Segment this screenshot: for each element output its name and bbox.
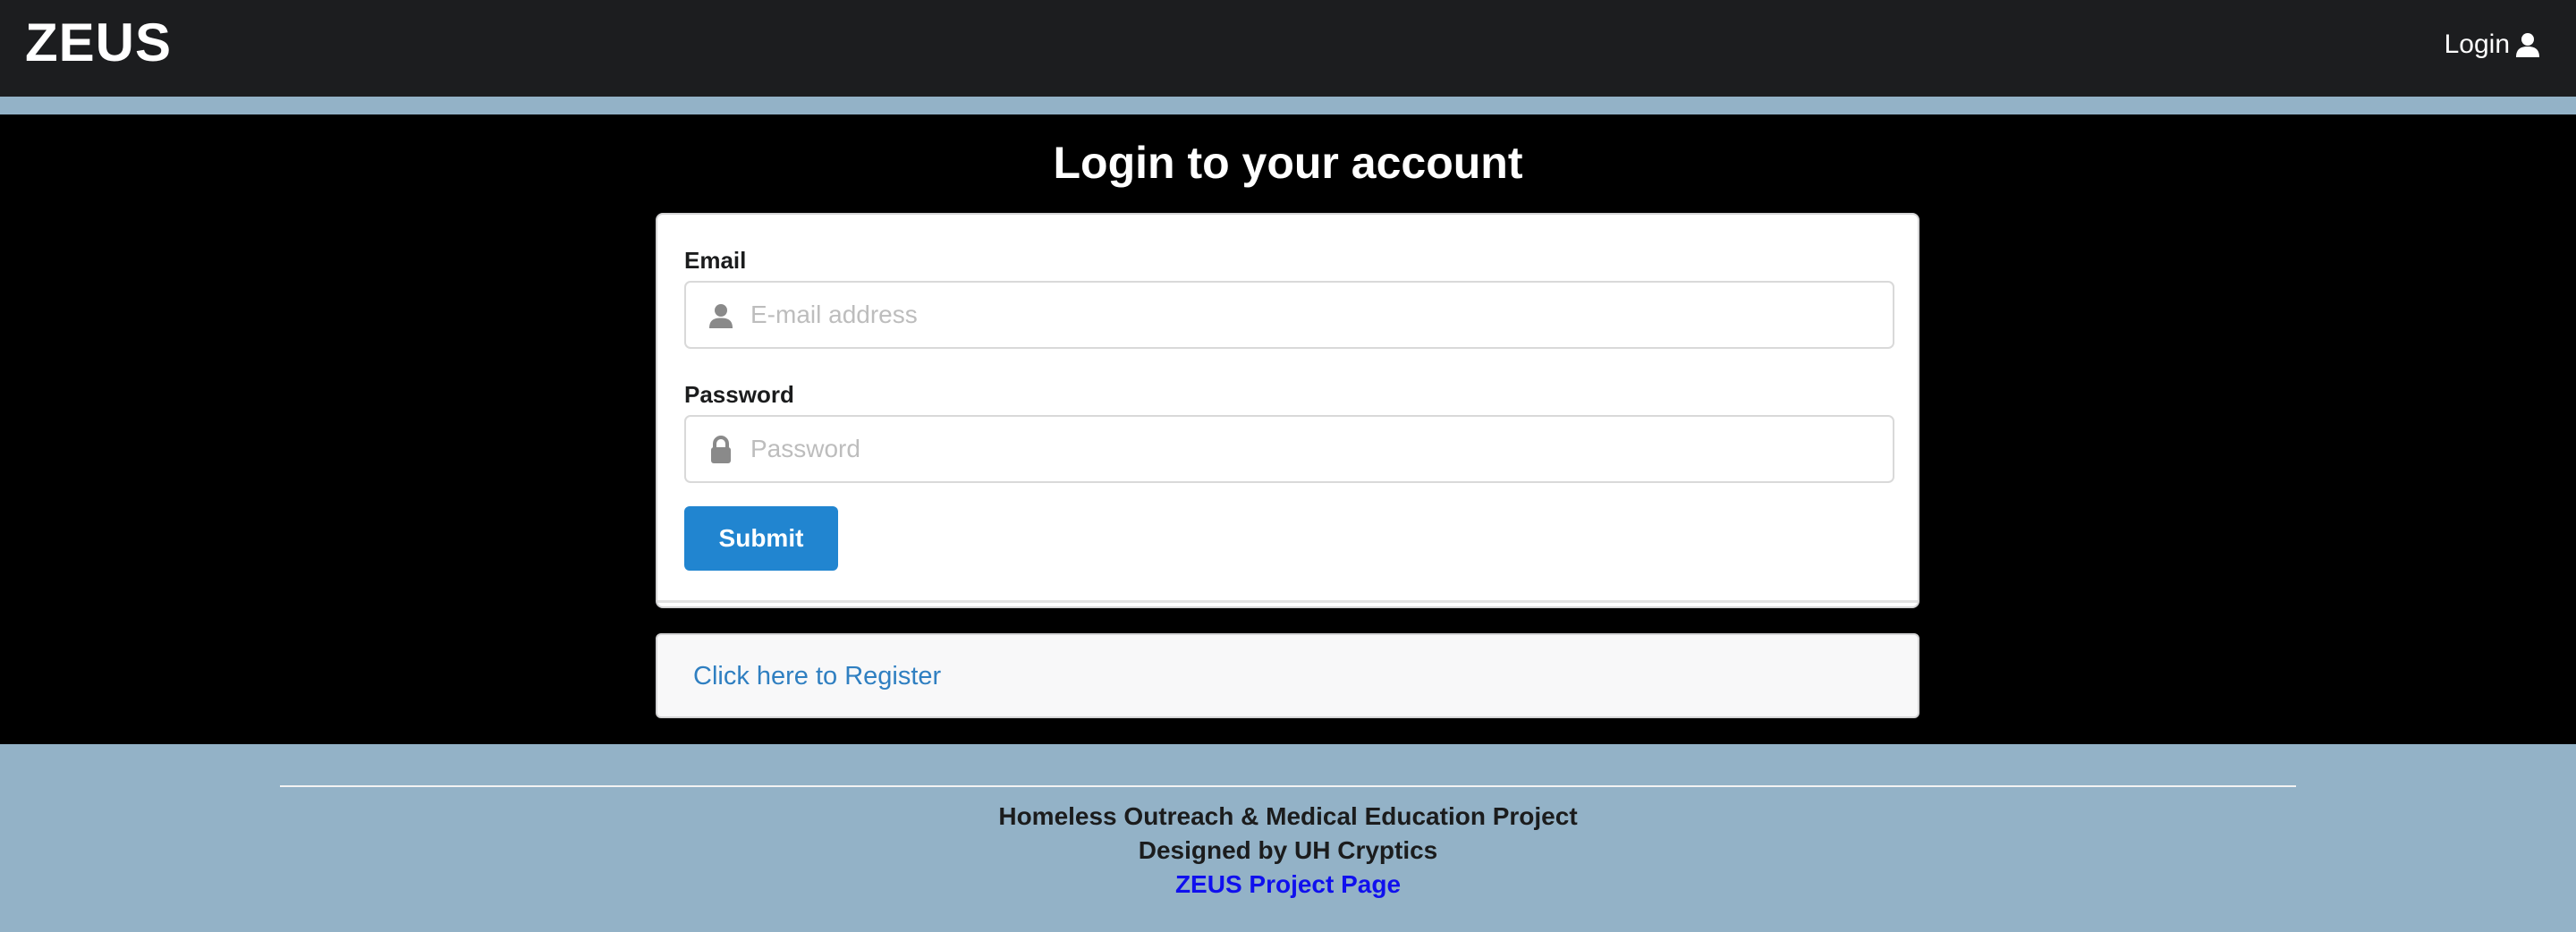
password-input-wrapper	[684, 415, 1894, 483]
navbar-accent-strip	[0, 97, 2576, 114]
login-menu-link[interactable]: Login	[2445, 25, 2542, 64]
brand-logo[interactable]: ZEUS	[25, 11, 172, 75]
page-title: Login to your account	[1053, 138, 1523, 188]
register-link[interactable]: Click here to Register	[693, 660, 941, 692]
user-icon	[706, 301, 736, 331]
footer-credits: Designed by UH Cryptics	[1138, 836, 1438, 864]
email-input[interactable]	[750, 283, 1886, 347]
email-input-wrapper	[684, 281, 1894, 349]
footer-link-row: ZEUS Project Page	[0, 868, 2576, 902]
footer-divider	[280, 785, 2296, 787]
login-form: Email Password Submit	[656, 213, 1919, 608]
zeus-project-page-link[interactable]: ZEUS Project Page	[1175, 870, 1401, 898]
lock-icon	[706, 435, 736, 465]
top-navbar: ZEUS Login	[0, 0, 2576, 97]
user-icon	[2513, 30, 2542, 59]
password-input[interactable]	[750, 417, 1886, 481]
register-message-box: Click here to Register	[656, 633, 1919, 718]
submit-button[interactable]: Submit	[684, 506, 838, 571]
password-label: Password	[684, 381, 794, 408]
footer-project-name: Homeless Outreach & Medical Education Pr…	[998, 802, 1578, 830]
login-label: Login	[2444, 30, 2510, 59]
email-label: Email	[684, 247, 747, 274]
